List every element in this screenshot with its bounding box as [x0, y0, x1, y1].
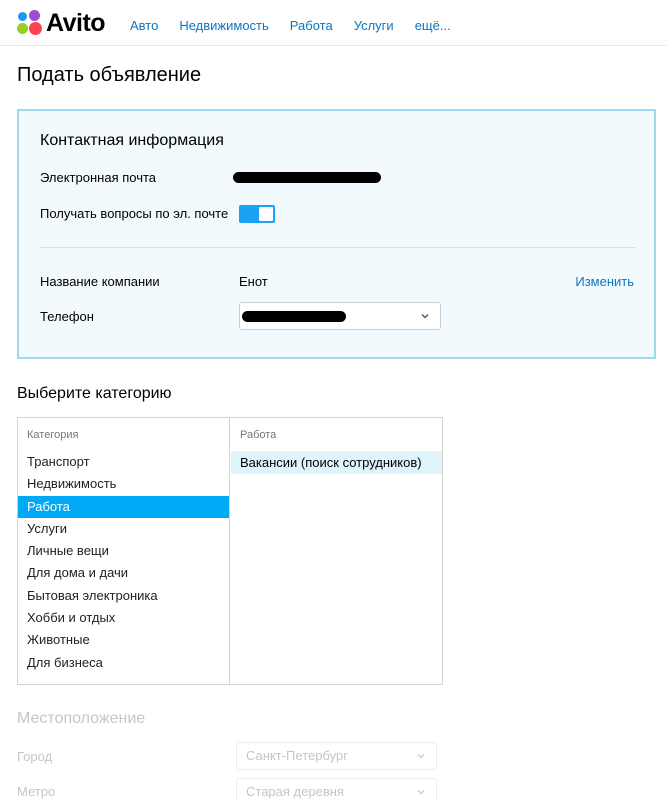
city-select[interactable]: Санкт-Петербург	[236, 742, 437, 770]
email-value-redacted	[233, 172, 381, 183]
logo-dots-icon	[17, 10, 43, 36]
category-item[interactable]: Личные вещи	[18, 540, 229, 562]
chevron-down-icon	[421, 314, 429, 319]
contact-info-panel: Контактная информация Электронная почта …	[17, 109, 656, 359]
contact-info-title: Контактная информация	[40, 132, 224, 149]
subcategory-column: Работа Вакансии (поиск сотрудников)	[231, 418, 442, 684]
category-item[interactable]: Для бизнеса	[18, 652, 229, 674]
category-item[interactable]: Хобби и отдых	[18, 607, 229, 629]
category-picker: Категория Транспорт Недвижимость Работа …	[17, 417, 443, 685]
category-item[interactable]: Недвижимость	[18, 473, 229, 495]
avito-logo[interactable]: Avito	[17, 9, 106, 37]
page-title: Подать объявление	[17, 64, 202, 86]
main-nav: Авто Недвижимость Работа Услуги ещё...	[130, 18, 472, 33]
toggle-knob	[259, 207, 273, 221]
email-questions-toggle[interactable]	[239, 205, 275, 223]
city-label: Город	[17, 749, 53, 764]
category-item[interactable]: Животные	[18, 629, 229, 651]
category-item[interactable]: Транспорт	[18, 451, 229, 473]
metro-select[interactable]: Старая деревня	[236, 778, 437, 800]
chevron-down-icon	[417, 754, 425, 759]
category-item[interactable]: Для дома и дачи	[18, 562, 229, 584]
nav-link-jobs[interactable]: Работа	[290, 18, 333, 33]
category-column: Категория Транспорт Недвижимость Работа …	[18, 418, 230, 684]
category-item[interactable]: Бытовая электроника	[18, 585, 229, 607]
change-company-link[interactable]: Изменить	[575, 274, 634, 289]
location-section-title: Местоположение	[17, 710, 146, 727]
subcategory-column-header: Работа	[240, 429, 277, 441]
category-section-title: Выберите категорию	[17, 385, 172, 402]
phone-label: Телефон	[40, 309, 94, 324]
category-column-header: Категория	[27, 429, 79, 441]
nav-link-services[interactable]: Услуги	[354, 18, 394, 33]
metro-select-value: Старая деревня	[246, 784, 344, 799]
top-bar: Avito Авто Недвижимость Работа Услуги ещ…	[0, 0, 666, 46]
city-select-value: Санкт-Петербург	[246, 748, 348, 763]
phone-value-redacted	[242, 311, 346, 322]
chevron-down-icon	[417, 790, 425, 795]
phone-select[interactable]	[239, 302, 441, 330]
subcategory-item[interactable]: Вакансии (поиск сотрудников)	[231, 451, 442, 474]
nav-link-more[interactable]: ещё...	[415, 18, 451, 33]
nav-link-auto[interactable]: Авто	[130, 18, 158, 33]
category-item-selected[interactable]: Работа	[18, 495, 229, 518]
category-list: Транспорт Недвижимость Работа Услуги Лич…	[18, 451, 229, 674]
email-questions-label: Получать вопросы по эл. почте	[40, 206, 229, 221]
metro-label: Метро	[17, 784, 56, 799]
category-item[interactable]: Услуги	[18, 518, 229, 540]
contact-divider	[40, 247, 636, 248]
email-label: Электронная почта	[40, 170, 157, 185]
company-name-value: Енот	[239, 274, 268, 289]
logo-text: Avito	[46, 9, 106, 37]
company-name-label: Название компании	[40, 274, 160, 289]
nav-link-realty[interactable]: Недвижимость	[179, 18, 268, 33]
